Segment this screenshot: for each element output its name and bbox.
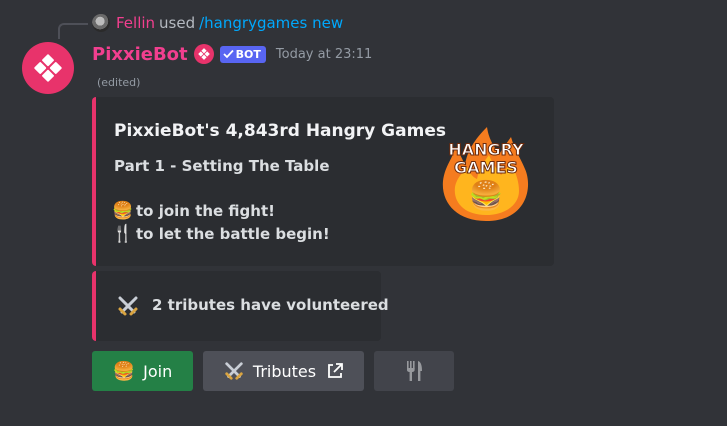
game-embed: PixxieBot's 4,843rd Hangry Games Part 1 … (92, 97, 554, 266)
reply-used-text: used (159, 14, 196, 32)
reply-connector-line (58, 23, 88, 39)
bot-tag-label: BOT (235, 47, 261, 61)
thumbnail-burger-icon: 🍔 (469, 179, 504, 212)
start-instruction-text: to let the battle begin! (136, 225, 330, 243)
reply-context: Fellin used /hangrygames new (92, 12, 343, 34)
tributes-status-embed: 2 tributes have volunteered (92, 271, 389, 341)
tributes-button[interactable]: Tributes (203, 351, 364, 391)
start-instruction: 🍴 to let the battle begin! (112, 224, 330, 244)
start-battle-button[interactable] (374, 351, 454, 391)
fork-knife-icon: 🍴 (112, 224, 134, 244)
join-button-label: Join (143, 361, 173, 381)
crossed-swords-icon (118, 296, 138, 316)
reply-username[interactable]: Fellin (116, 14, 155, 32)
message-timestamp[interactable]: Today at 23:11 (276, 47, 372, 62)
thumbnail-text-2: GAMES (454, 158, 518, 177)
bot-avatar[interactable] (22, 42, 74, 94)
embed-title: PixxieBot's 4,843rd Hangry Games (114, 121, 446, 141)
message-header: PixxieBot BOT Today at 23:11 (92, 41, 372, 67)
join-instruction: 🍔 to join the fight! (112, 201, 275, 221)
tributes-status-text: 2 tributes have volunteered (152, 296, 389, 314)
author-name[interactable]: PixxieBot (92, 44, 188, 65)
pixxie-logo-icon (34, 54, 62, 82)
checkmark-icon (223, 49, 234, 59)
burger-icon: 🍔 (112, 201, 134, 221)
burger-icon: 🍔 (112, 360, 136, 382)
join-button[interactable]: 🍔 Join (92, 351, 193, 391)
join-instruction-text: to join the fight! (136, 202, 275, 220)
edited-label: (edited) (97, 76, 141, 89)
thumbnail-text-1: HANGRY (448, 140, 524, 159)
server-badge-icon (193, 44, 214, 64)
bot-tag: BOT (219, 45, 266, 63)
tributes-button-label: Tributes (252, 361, 317, 381)
crossed-swords-icon (225, 362, 243, 380)
reply-user-avatar[interactable] (92, 14, 110, 32)
embed-subtitle: Part 1 - Setting The Table (114, 157, 330, 175)
external-link-icon (328, 363, 343, 378)
reply-command-link[interactable]: /hangrygames new (199, 14, 343, 32)
fork-knife-icon (407, 361, 422, 381)
hangry-games-thumbnail[interactable]: HANGRY GAMES 🍔 (437, 125, 535, 223)
